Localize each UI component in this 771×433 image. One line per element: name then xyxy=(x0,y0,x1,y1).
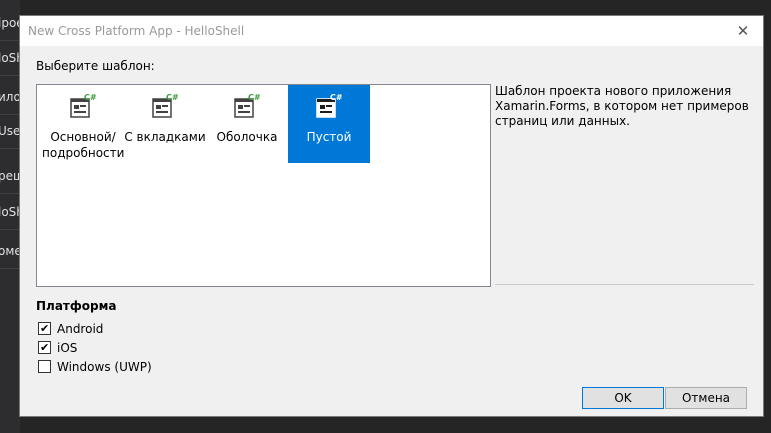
template-shell[interactable]: C# Оболочка xyxy=(206,85,288,163)
shell-template-icon: C# xyxy=(234,93,260,118)
template-label: Основной/ подробности xyxy=(42,130,125,160)
check-icon: ✔ xyxy=(40,322,50,335)
checkbox-label: Android xyxy=(57,322,104,336)
template-label: С вкладками xyxy=(124,130,206,144)
svg-text:C#: C# xyxy=(248,93,260,102)
platform-title: Платформа xyxy=(36,299,117,313)
choose-template-label: Выберите шаблон: xyxy=(36,59,155,73)
background-item: ipoe xyxy=(0,6,20,41)
uwp-checkbox[interactable] xyxy=(38,360,51,373)
description-divider xyxy=(495,284,754,285)
close-button[interactable]: ✕ xyxy=(723,16,763,46)
cancel-button[interactable]: Отмена xyxy=(665,387,747,409)
template-master-detail[interactable]: C# Основной/ подробности xyxy=(42,85,124,163)
template-tabbed[interactable]: C# С вкладками xyxy=(124,85,206,163)
master-detail-template-icon: C# xyxy=(70,93,96,118)
dialog-title: New Cross Platform App - HelloShell xyxy=(28,24,245,38)
background-item: Users xyxy=(0,114,20,149)
close-icon: ✕ xyxy=(736,22,750,40)
tabbed-template-icon: C# xyxy=(152,93,178,118)
ios-checkbox[interactable]: ✔ xyxy=(38,341,51,354)
background-item: илож xyxy=(0,80,20,115)
template-label: Оболочка xyxy=(216,130,278,144)
description-line: Шаблон проекта нового приложения xyxy=(495,84,732,98)
background-item: оме xyxy=(0,234,20,269)
ok-button[interactable]: OK xyxy=(582,387,664,409)
blank-template-icon: C# xyxy=(316,93,342,118)
description-line: страниц или данных. xyxy=(495,114,630,128)
dialog-titlebar[interactable]: New Cross Platform App - HelloShell ✕ xyxy=(20,16,763,46)
checkbox-label: Windows (UWP) xyxy=(57,360,152,374)
background-item: loShe xyxy=(0,41,20,76)
background-ide-panel: ipoe loShe илож Users реши loShe оме xyxy=(0,0,20,433)
new-app-dialog: New Cross Platform App - HelloShell ✕ Вы… xyxy=(19,15,764,417)
description-line: Xamarin.Forms, в котором нет примеров xyxy=(495,99,749,113)
android-checkbox[interactable]: ✔ xyxy=(38,322,51,335)
svg-text:C#: C# xyxy=(330,93,342,102)
template-description: Шаблон проекта нового приложения Xamarin… xyxy=(495,84,755,129)
template-blank[interactable]: C# Пустой xyxy=(288,85,370,163)
template-label: Пустой xyxy=(306,130,352,144)
svg-text:C#: C# xyxy=(166,93,178,102)
background-item: реши xyxy=(0,159,20,194)
checkbox-label: iOS xyxy=(57,341,78,355)
svg-text:C#: C# xyxy=(84,93,96,102)
check-icon: ✔ xyxy=(40,341,50,354)
template-list: C# Основной/ подробности C# С вкладками xyxy=(36,84,491,287)
background-item: loShe xyxy=(0,195,20,230)
